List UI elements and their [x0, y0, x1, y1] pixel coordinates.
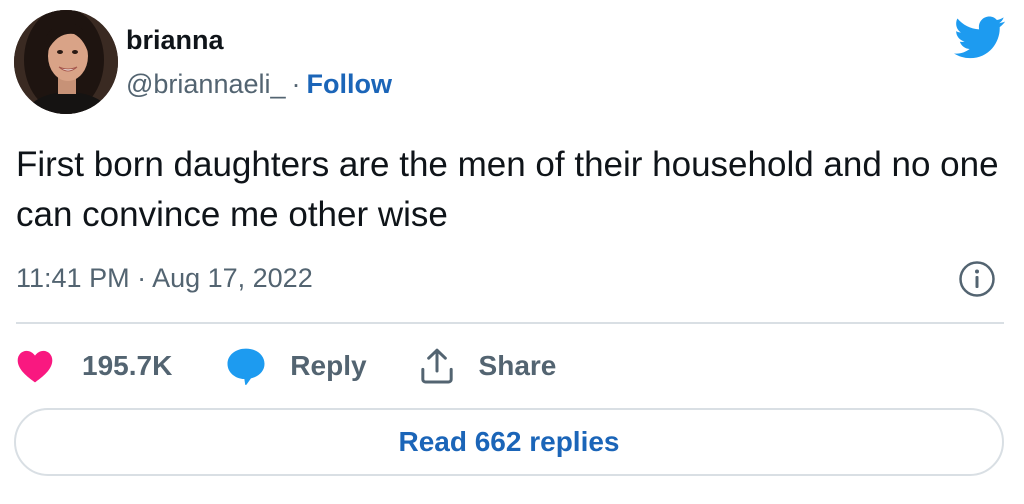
author-handle[interactable]: @briannaeli_ — [126, 69, 286, 99]
avatar[interactable] — [14, 10, 118, 114]
heart-icon — [17, 350, 53, 383]
like-button[interactable]: 195.7K — [16, 349, 172, 383]
action-bar: 195.7K Reply Share — [16, 344, 556, 388]
like-count: 195.7K — [82, 350, 173, 381]
divider — [16, 322, 1004, 324]
reply-label: Reply — [290, 350, 367, 381]
author-name[interactable]: brianna — [126, 24, 224, 56]
share-upload-icon — [420, 348, 453, 384]
author-handle-row: @briannaeli_ · Follow — [126, 68, 392, 100]
avatar-image — [14, 10, 118, 114]
tweet-text: First born daughters are the men of thei… — [16, 145, 999, 234]
read-replies-button[interactable]: Read 662 replies — [14, 408, 1004, 476]
reply-button[interactable]: Reply — [226, 347, 367, 385]
tweet-timestamp[interactable]: 11:41 PM · Aug 17, 2022 — [16, 262, 313, 294]
share-button[interactable]: Share — [417, 346, 557, 386]
follow-button[interactable]: Follow — [307, 69, 392, 99]
info-icon[interactable] — [958, 260, 996, 298]
share-label: Share — [478, 350, 557, 381]
speech-bubble-icon — [227, 348, 265, 385]
twitter-bird-icon[interactable] — [954, 16, 1006, 60]
separator-dot: · — [291, 69, 301, 99]
tweet-card: brianna @briannaeli_ · Follow First born d… — [0, 0, 1024, 504]
